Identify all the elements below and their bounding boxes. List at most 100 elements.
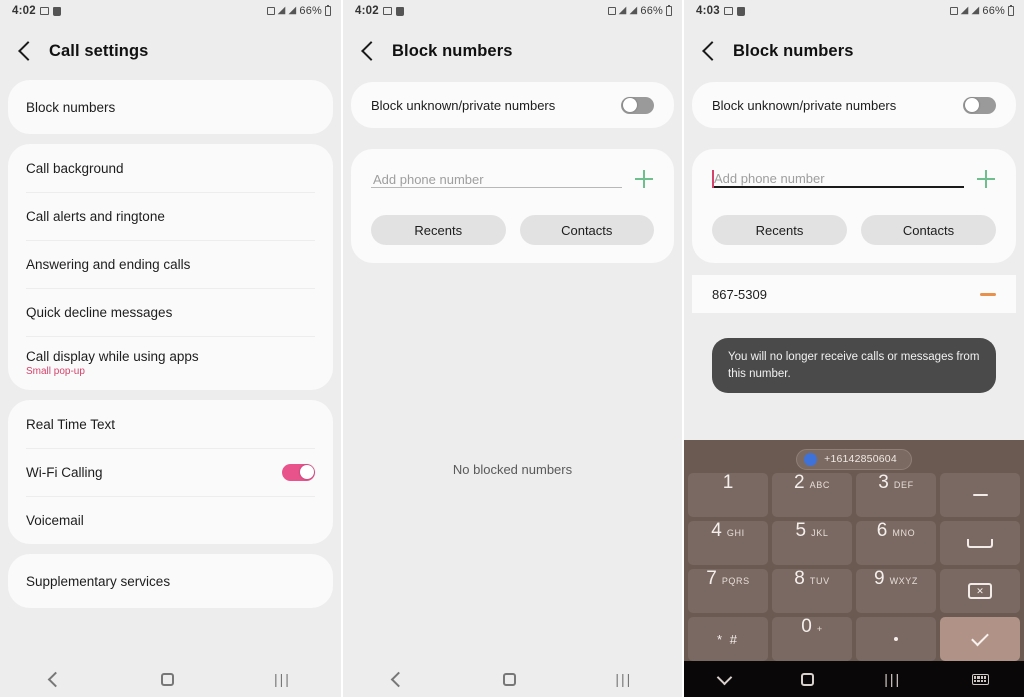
row-label: Answering and ending calls — [26, 256, 191, 272]
page-title: Block numbers — [733, 41, 854, 60]
block-unknown-row[interactable]: Block unknown/private numbers — [351, 82, 674, 128]
row-label: Wi-Fi Calling — [26, 464, 103, 480]
sidebar-item-quick-decline[interactable]: Quick decline messages — [8, 288, 333, 336]
status-bar: 4:03 ◢ ◢ 66% — [684, 0, 1024, 22]
phone-input-placeholder: Add phone number — [373, 172, 484, 187]
backspace-icon: ✕ — [968, 583, 992, 599]
suggestion-number: +16142850604 — [824, 453, 897, 465]
keypad-row: 4 GHI 5 JKL 6 MNO — [688, 521, 1020, 565]
key-letters: PQRS — [721, 576, 750, 586]
key-symbol: * # — [717, 631, 739, 647]
key-letters: WXYZ — [889, 576, 918, 586]
sidebar-item-answering-ending[interactable]: Answering and ending calls — [8, 240, 333, 288]
key-letters: GHI — [726, 528, 745, 538]
phone-input-underline — [371, 187, 622, 188]
space-key[interactable] — [940, 521, 1020, 565]
wifi-calling-toggle[interactable] — [282, 463, 315, 481]
sidebar-item-block-numbers[interactable]: Block numbers — [8, 80, 333, 134]
sidebar-item-real-time-text[interactable]: Real Time Text — [8, 400, 333, 448]
block-unknown-row[interactable]: Block unknown/private numbers — [692, 82, 1016, 128]
nav-back-icon[interactable] — [47, 671, 64, 687]
status-time: 4:03 — [696, 5, 720, 17]
row-label: Real Time Text — [26, 416, 116, 432]
period-icon — [894, 637, 898, 641]
nav-home-icon[interactable] — [161, 672, 175, 686]
nav-home-icon[interactable] — [800, 672, 814, 686]
recents-button[interactable]: Recents — [712, 215, 847, 245]
nav-recents-icon[interactable]: ||| — [274, 672, 291, 686]
numeric-keypad: +16142850604 1 2 ABC 3 DEF 4 GHI 5 JKL 6… — [684, 440, 1024, 665]
backspace-key[interactable]: ✕ — [940, 569, 1020, 613]
contacts-button[interactable]: Contacts — [519, 215, 654, 245]
key-7[interactable]: 7 PQRS — [688, 569, 768, 613]
key-number: 2 — [794, 472, 805, 493]
key-9[interactable]: 9 WXYZ — [856, 569, 936, 613]
sidebar-item-voicemail[interactable]: Voicemail — [8, 496, 333, 544]
battery-icon — [666, 4, 672, 16]
block-unknown-toggle[interactable] — [621, 96, 654, 114]
plus-icon[interactable] — [634, 169, 654, 189]
phone-input-wrap[interactable]: Add phone number — [371, 172, 622, 193]
row-label: Block numbers — [26, 99, 116, 115]
sidebar-item-supplementary-services[interactable]: Supplementary services — [8, 554, 333, 608]
back-icon[interactable] — [18, 41, 38, 61]
nav-recents-icon[interactable]: ||| — [884, 672, 901, 686]
key-0[interactable]: 0 + — [772, 617, 852, 661]
row-label: Call background — [26, 160, 124, 176]
back-icon[interactable] — [361, 41, 381, 61]
key-8[interactable]: 8 TUV — [772, 569, 852, 613]
key-5[interactable]: 5 JKL — [772, 521, 852, 565]
blocked-number-value: 867-5309 — [712, 286, 767, 302]
screenshot-strip: 4:02 ◢ ◢ 66% Call settings Block numbers — [0, 0, 1024, 697]
nav-recents-icon[interactable]: ||| — [615, 672, 632, 686]
dash-key[interactable] — [940, 473, 1020, 517]
signal-icon: ◢ — [629, 5, 638, 16]
recents-button[interactable]: Recents — [371, 215, 506, 245]
block-unknown-toggle[interactable] — [963, 96, 996, 114]
nav-back-icon[interactable] — [390, 671, 406, 687]
settings-group-3: Real Time Text Wi-Fi Calling Voicemail — [8, 400, 333, 544]
key-3[interactable]: 3 DEF — [856, 473, 936, 517]
key-number: 4 — [711, 520, 722, 541]
chevron-down-icon[interactable] — [716, 669, 733, 685]
row-label: Supplementary services — [26, 573, 171, 589]
key-number: 9 — [874, 568, 885, 589]
page-title: Call settings — [49, 41, 149, 60]
key-1[interactable]: 1 — [688, 473, 768, 517]
blocked-number-row[interactable]: 867-5309 — [692, 275, 1016, 313]
panel-block-numbers-added: 4:03 ◢ ◢ 66% Block numbers Block unknown… — [682, 0, 1024, 697]
app-icon — [395, 6, 404, 16]
app-icon — [52, 6, 61, 16]
block-unknown-card: Block unknown/private numbers — [692, 82, 1016, 128]
period-key[interactable] — [856, 617, 936, 661]
back-icon[interactable] — [702, 41, 722, 61]
key-2[interactable]: 2 ABC — [772, 473, 852, 517]
block-unknown-label: Block unknown/private numbers — [371, 97, 556, 113]
signal-icon: ◢ — [288, 5, 297, 16]
keypad-rows: 1 2 ABC 3 DEF 4 GHI 5 JKL 6 MNO 7 PQRS 8… — [688, 473, 1020, 661]
minus-icon[interactable] — [980, 292, 996, 296]
plus-icon[interactable] — [976, 169, 996, 189]
suggestion-chip[interactable]: +16142850604 — [796, 448, 912, 470]
star-hash-key[interactable]: * # — [688, 617, 768, 661]
system-navbar: ||| — [0, 661, 341, 697]
keyboard-icon[interactable] — [971, 673, 989, 685]
key-number: 3 — [878, 472, 889, 493]
sidebar-item-call-alerts[interactable]: Call alerts and ringtone — [8, 192, 333, 240]
status-time: 4:02 — [355, 5, 379, 17]
contacts-button[interactable]: Contacts — [861, 215, 996, 245]
enter-key[interactable] — [940, 617, 1020, 661]
nav-home-icon[interactable] — [503, 672, 517, 686]
sidebar-item-wifi-calling[interactable]: Wi-Fi Calling — [8, 448, 333, 496]
row-subtitle: Small pop-up — [26, 366, 85, 377]
key-4[interactable]: 4 GHI — [688, 521, 768, 565]
phone-input-wrap[interactable]: Add phone number — [712, 170, 964, 193]
system-navbar: ||| — [684, 661, 1024, 697]
key-6[interactable]: 6 MNO — [856, 521, 936, 565]
battery-icon — [1008, 4, 1014, 16]
sidebar-item-call-display[interactable]: Call display while using apps Small pop-… — [8, 336, 333, 390]
row-label: Call alerts and ringtone — [26, 208, 165, 224]
row-label: Call display while using apps — [26, 349, 199, 364]
app-icon — [736, 6, 745, 16]
sidebar-item-call-background[interactable]: Call background — [8, 144, 333, 192]
